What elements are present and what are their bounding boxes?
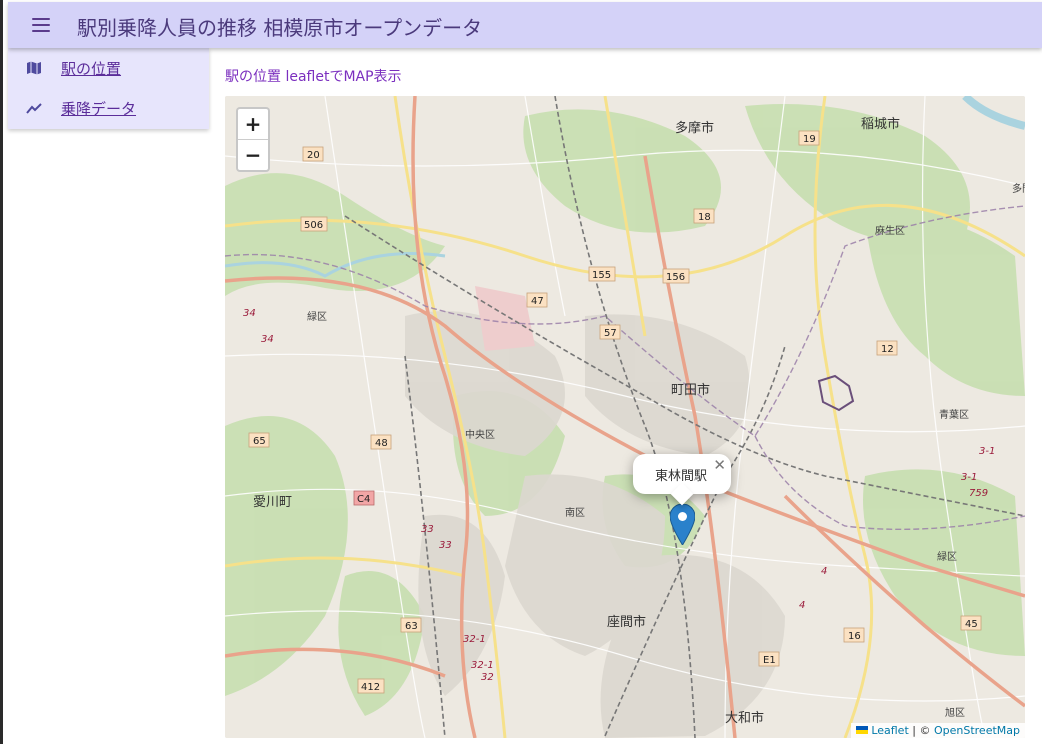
zoom-in-button[interactable]: +	[238, 109, 268, 140]
road-shield: 45	[965, 619, 978, 630]
map-label-minami: 南区	[565, 506, 585, 519]
map-attribution: Leaflet | © OpenStreetMap	[851, 723, 1025, 738]
attribution-separator: | ©	[908, 724, 934, 737]
map-label-zama: 座間市	[607, 614, 646, 630]
road-shield: 155	[592, 270, 611, 281]
nav-item-ridership-data[interactable]: 乗降データ	[8, 88, 209, 128]
map-label-aoba: 青葉区	[939, 408, 969, 421]
ukraine-flag-icon	[856, 726, 869, 734]
nav-item-label: 乗降データ	[61, 100, 137, 118]
page-title: 駅別乗降人員の推移 相模原市オープンデータ	[77, 16, 483, 40]
app-bar: 駅別乗降人員の推移 相模原市オープンデータ	[8, 2, 1042, 48]
road-number: 33	[421, 524, 434, 535]
popup-station-name: 東林間駅	[655, 469, 708, 484]
road-shield: 20	[307, 150, 320, 161]
map-marker-icon[interactable]	[670, 504, 695, 545]
road-number: 32-1	[471, 660, 494, 671]
map-label-edge: 多門	[1012, 182, 1025, 195]
road-number: 4	[799, 600, 805, 611]
map-label-asao: 麻生区	[875, 224, 905, 237]
road-shield: 19	[803, 134, 816, 145]
line-chart-icon	[26, 103, 42, 114]
road-number: 32	[481, 672, 494, 683]
hamburger-menu-icon[interactable]	[30, 14, 52, 36]
station-popup: 東林間駅 ✕	[633, 454, 731, 506]
road-number: 33	[439, 540, 452, 551]
zoom-control: + −	[236, 107, 270, 172]
road-shield: 412	[361, 682, 380, 693]
road-number: 3-1	[979, 446, 995, 457]
map-label-aikawa: 愛川町	[253, 495, 292, 510]
map-label-inagi: 稲城市	[861, 116, 900, 132]
road-shield: 18	[698, 212, 711, 223]
road-shield: 65	[253, 436, 266, 447]
leaflet-link[interactable]: Leaflet	[871, 724, 908, 737]
road-number: 3-1	[961, 472, 977, 483]
road-number: 32-1	[463, 634, 486, 645]
map-icon	[27, 61, 41, 75]
map-tiles: 多摩市 稲城市 町田市 座間市 愛川町 大和市 緑区 中央区 南区 麻生区 青葉…	[225, 96, 1025, 738]
road-shield: 156	[666, 272, 685, 283]
road-shield: 57	[604, 328, 617, 339]
map-label-asahi: 旭区	[945, 707, 965, 719]
nav-item-station-location[interactable]: 駅の位置	[8, 48, 209, 88]
road-number: 34	[243, 308, 256, 319]
app-window: 駅別乗降人員の推移 相模原市オープンデータ 駅の位置 乗降データ 駅の位置 le…	[0, 0, 1042, 744]
road-number: 759	[969, 488, 988, 499]
road-shield: 12	[881, 344, 894, 355]
map-view[interactable]: 多摩市 稲城市 町田市 座間市 愛川町 大和市 緑区 中央区 南区 麻生区 青葉…	[225, 96, 1025, 738]
road-number: 34	[261, 334, 274, 345]
osm-link[interactable]: OpenStreetMap	[934, 724, 1020, 737]
map-label-yamato: 大和市	[725, 710, 764, 726]
window-edge	[0, 0, 3, 744]
nav-item-label: 駅の位置	[61, 60, 122, 78]
zoom-out-button[interactable]: −	[238, 140, 268, 170]
road-shield: 63	[405, 621, 418, 632]
popup-close-button[interactable]: ✕	[713, 456, 726, 474]
road-shield: 16	[848, 631, 861, 642]
map-label-midori-east: 緑区	[937, 550, 957, 563]
road-shield: 506	[304, 220, 323, 231]
road-shield: C4	[357, 494, 370, 505]
road-shield: 47	[531, 296, 544, 307]
road-shield: E1	[763, 655, 776, 666]
map-label-machida: 町田市	[671, 382, 710, 398]
content-heading: 駅の位置 leafletでMAP表示	[225, 69, 402, 85]
road-number: 4	[821, 566, 827, 577]
map-label-tama: 多摩市	[675, 120, 714, 136]
map-label-midori-west: 緑区	[307, 310, 327, 323]
road-shield: 48	[375, 438, 388, 449]
nav-drawer: 駅の位置 乗降データ	[8, 48, 209, 129]
map-label-chuo: 中央区	[465, 428, 495, 441]
